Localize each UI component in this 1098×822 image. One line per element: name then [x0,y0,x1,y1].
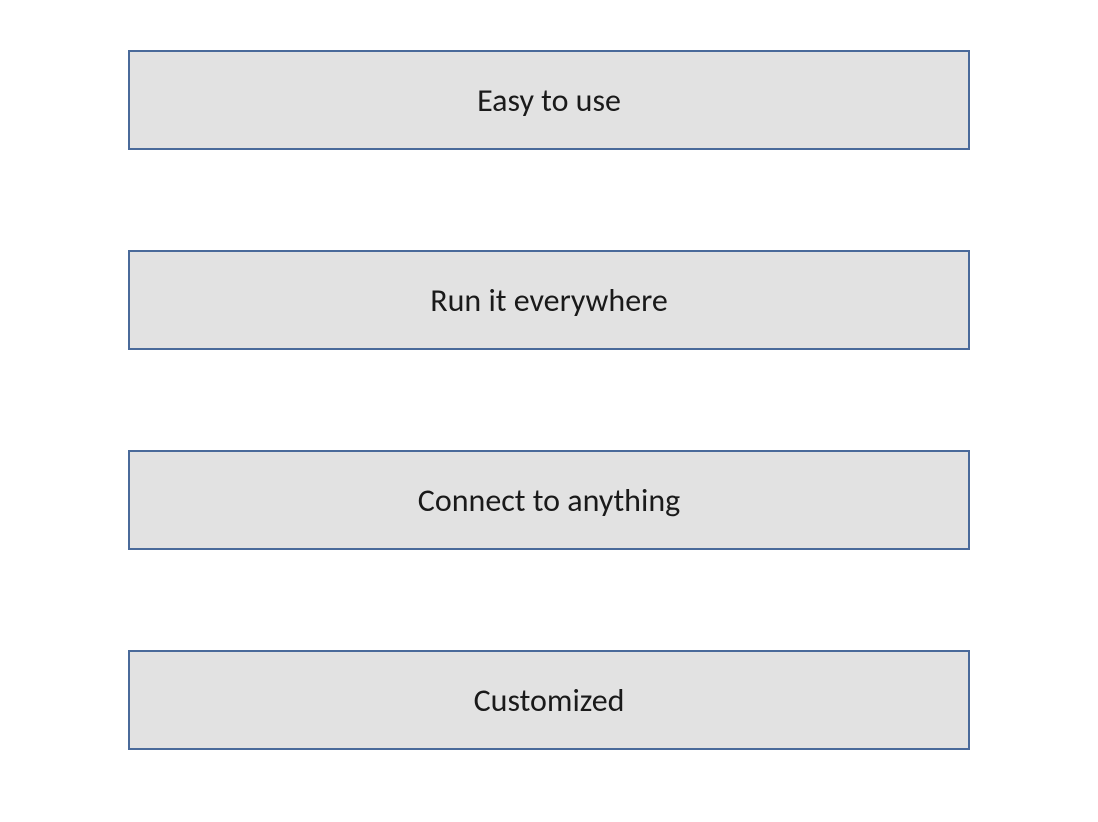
feature-box-label: Connect to anything [418,481,680,520]
feature-box-run-everywhere: Run it everywhere [128,250,970,350]
feature-box-label: Easy to use [477,81,621,120]
feature-box-customized: Customized [128,650,970,750]
feature-box-label: Run it everywhere [430,281,668,320]
feature-box-easy-to-use: Easy to use [128,50,970,150]
diagram-container: Easy to use Run it everywhere Connect to… [128,50,970,750]
feature-box-connect-anything: Connect to anything [128,450,970,550]
feature-box-label: Customized [474,681,625,720]
